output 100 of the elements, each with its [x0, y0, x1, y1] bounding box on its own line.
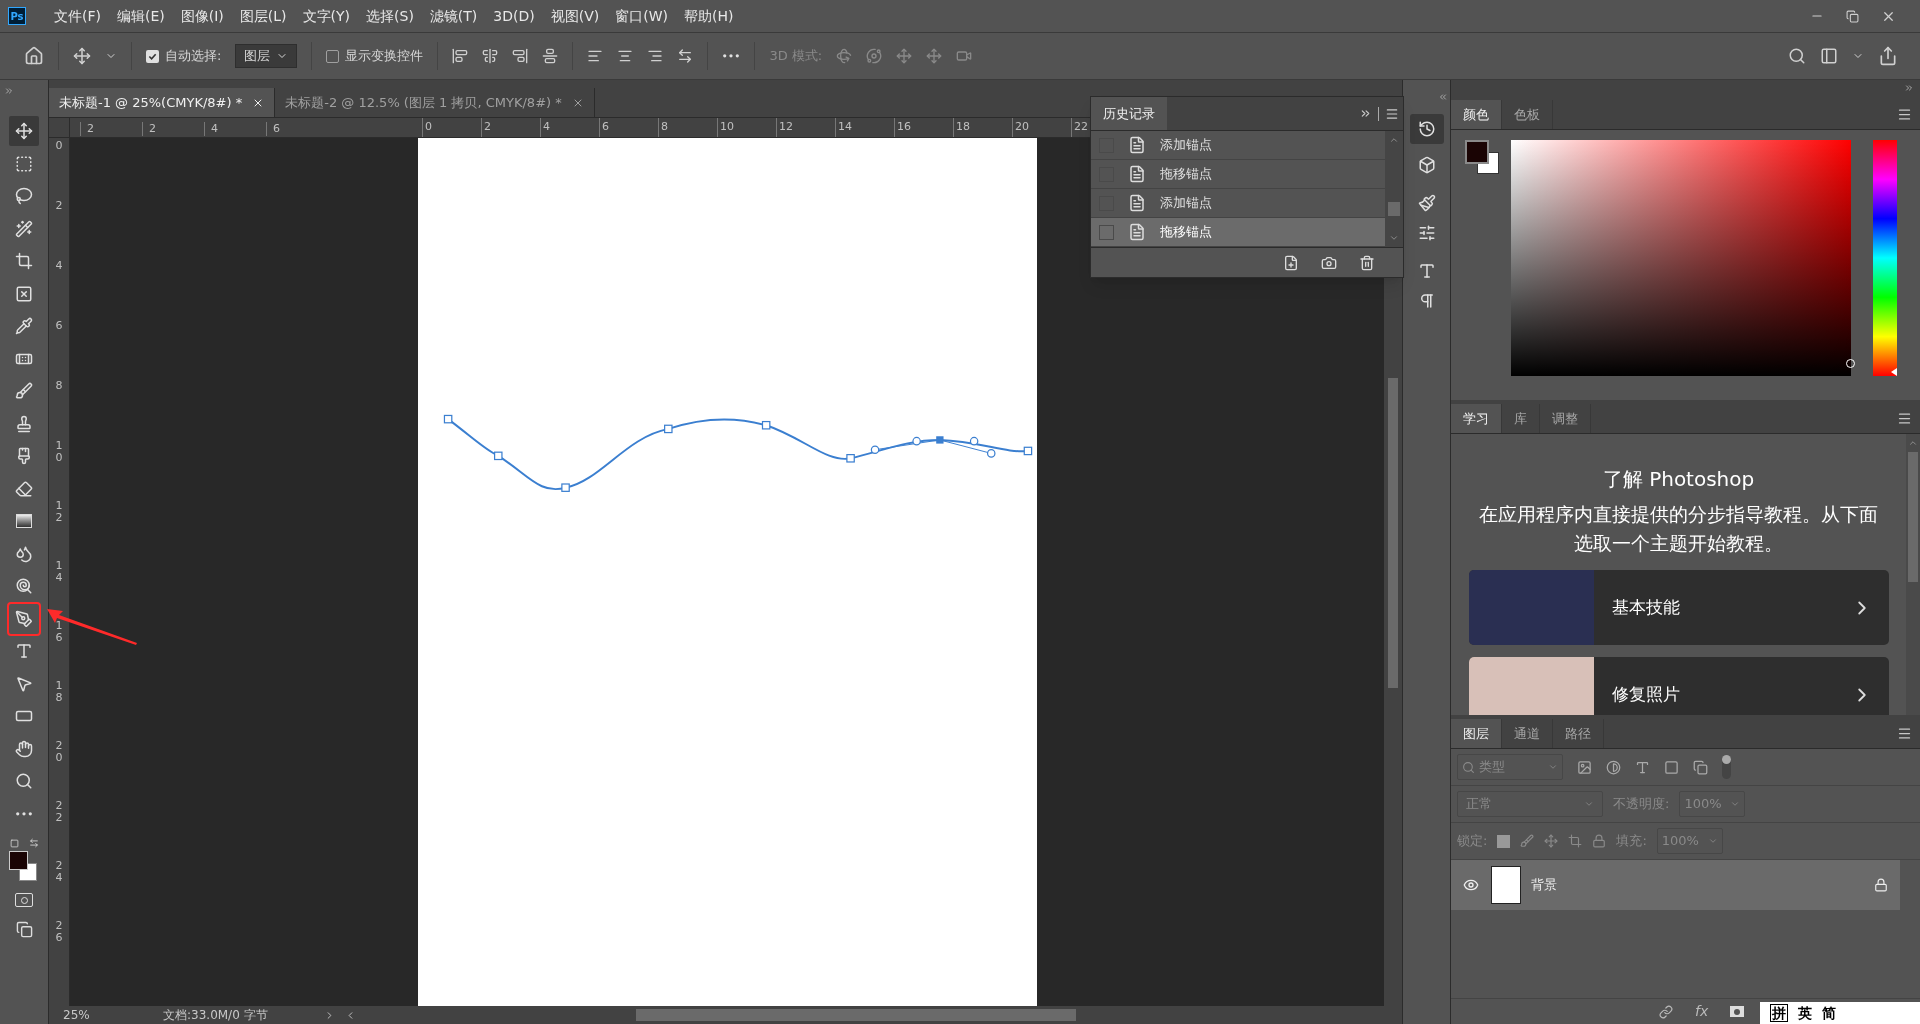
layer-thumbnail: [1491, 866, 1521, 904]
panel-menu-icon[interactable]: [1897, 726, 1912, 741]
ime-button[interactable]: 简: [1822, 1002, 1836, 1024]
horizontal-scrollbar[interactable]: [636, 1009, 1076, 1021]
type-icon: [15, 642, 33, 661]
panel-menu-icon[interactable]: [1385, 106, 1399, 121]
panel-tab[interactable]: 历史记录: [1091, 97, 1167, 130]
scroll-thumb[interactable]: [1388, 202, 1400, 216]
brush-icon[interactable]: [1417, 194, 1436, 212]
menu-item[interactable]: 文字(Y): [302, 5, 351, 27]
default-colors-icon[interactable]: [9, 838, 19, 848]
sliders-icon[interactable]: [1417, 224, 1436, 242]
ruler-label: 0: [55, 140, 63, 154]
home-icon[interactable]: [24, 46, 44, 66]
menu-item[interactable]: 视图(V): [550, 5, 600, 27]
workspace-icon[interactable]: [1820, 47, 1838, 65]
search-icon[interactable]: [1788, 47, 1806, 65]
character-icon[interactable]: [1417, 262, 1436, 280]
align-right-icon[interactable]: [512, 48, 529, 64]
image-filter-icon[interactable]: [1577, 759, 1592, 775]
hue-slider-thumb[interactable]: [1891, 368, 1897, 376]
menu-item[interactable]: 选择(S): [366, 5, 414, 27]
menu-item[interactable]: 3D(D): [493, 5, 535, 27]
ime-button[interactable]: 拼: [1770, 1004, 1788, 1022]
more-icon[interactable]: [722, 54, 741, 58]
menu-item[interactable]: 窗口(W): [615, 5, 669, 27]
ime-button[interactable]: 英: [1798, 1002, 1812, 1024]
zoom-level[interactable]: 25%: [49, 1006, 149, 1024]
color-swatches[interactable]: [1465, 140, 1499, 174]
panel-tab[interactable]: 图层: [1451, 719, 1502, 748]
align-center-icon[interactable]: [482, 48, 499, 64]
camera-icon[interactable]: [1321, 254, 1337, 271]
cube-icon[interactable]: [1417, 156, 1436, 174]
document-tab[interactable]: 未标题-2 @ 12.5% (图层 1 拷贝, CMYK/8#) *: [275, 88, 595, 117]
eyedropper-icon: [15, 317, 33, 336]
history-icon[interactable]: [1417, 120, 1436, 138]
tutorial-card[interactable]: 基本技能: [1468, 570, 1889, 645]
expand-icon[interactable]: [1359, 107, 1372, 120]
ruler-label: 18: [953, 118, 1012, 137]
panel-menu-icon[interactable]: [1897, 107, 1912, 122]
adjustment-filter-icon[interactable]: [1606, 759, 1621, 775]
checkbox-label: 自动选择:: [165, 47, 222, 66]
share-icon[interactable]: [1878, 46, 1898, 66]
restore-icon[interactable]: [1846, 9, 1859, 23]
move-icon[interactable]: [73, 47, 91, 65]
shape-filter-icon[interactable]: [1664, 759, 1679, 775]
layer-row[interactable]: 背景: [1451, 860, 1900, 910]
menu-item[interactable]: 图像(I): [180, 5, 224, 27]
history-item[interactable]: 拖移锚点: [1091, 160, 1385, 189]
history-scrollbar[interactable]: [1385, 131, 1403, 247]
ruler-label: 14: [835, 118, 894, 137]
dodge-icon: [15, 577, 33, 596]
link-icon[interactable]: [1659, 1004, 1673, 1019]
vertical-scrollbar[interactable]: [1384, 278, 1402, 1006]
history-item[interactable]: 拖移锚点: [1091, 218, 1385, 247]
learn-scrollbar[interactable]: [1906, 434, 1920, 715]
quick-mask-icon[interactable]: [15, 893, 33, 907]
menu-item[interactable]: 滤镜(T): [429, 5, 478, 27]
document-info: 文档:33.0M/0 字节: [162, 1007, 269, 1024]
more-icon[interactable]: [15, 811, 33, 816]
lock-pixels-icon[interactable]: [1497, 834, 1511, 848]
screen-mode-icon[interactable]: [15, 921, 33, 938]
menu-item[interactable]: 文件(F): [54, 5, 101, 27]
menu-item[interactable]: 图层(L): [239, 5, 287, 27]
checkbox[interactable]: [146, 49, 159, 63]
ruler-label: 10: [717, 118, 776, 137]
panel-tab[interactable]: 学习: [1451, 404, 1502, 433]
ruler-label: 8: [658, 118, 717, 137]
smart-object-filter-icon[interactable]: [1693, 759, 1708, 775]
history-item[interactable]: 添加锚点: [1091, 131, 1385, 160]
document-tab[interactable]: 未标题-1 @ 25%(CMYK/8#) *: [49, 88, 276, 117]
swap-icon[interactable]: [28, 838, 39, 848]
panel-menu-icon[interactable]: [1897, 411, 1912, 426]
hue-slider[interactable]: [1873, 140, 1897, 376]
ruler-label: 2: [481, 118, 540, 137]
layer-dropdown[interactable]: 图层: [235, 44, 298, 68]
checkbox[interactable]: [326, 49, 340, 63]
mask-icon[interactable]: [1730, 1006, 1745, 1017]
tutorial-card[interactable]: 修复照片: [1468, 657, 1889, 715]
tool-button[interactable]: [9, 603, 39, 634]
panel-tab[interactable]: 颜色: [1451, 100, 1502, 129]
new-document-icon[interactable]: [1283, 254, 1299, 271]
menu-item[interactable]: 编辑(E): [117, 5, 165, 27]
fx-icon[interactable]: fx: [1695, 1001, 1709, 1022]
distribute-icon[interactable]: [542, 48, 559, 64]
snapshot-checkbox[interactable]: [1099, 224, 1114, 240]
ruler-label: 2: [80, 122, 132, 136]
trash-icon[interactable]: [1359, 254, 1375, 271]
distribute-icon[interactable]: [677, 48, 694, 64]
color-swatches[interactable]: [9, 851, 39, 881]
tool-button[interactable]: [9, 116, 39, 147]
type-filter-icon[interactable]: [1635, 759, 1650, 775]
learn-description: 在应用程序内直接提供的分步指导教程。从下面选取一个主题开始教程。: [1478, 502, 1879, 556]
align-left-icon[interactable]: [452, 48, 469, 64]
tutorial-label: 基本技能: [1611, 595, 1681, 619]
camera-icon: [956, 48, 973, 64]
eye-icon[interactable]: [1463, 877, 1479, 893]
collapse-icon[interactable]: [1904, 83, 1914, 93]
filter-toggle[interactable]: [1722, 755, 1731, 779]
menu-item[interactable]: 帮助(H): [684, 5, 734, 27]
